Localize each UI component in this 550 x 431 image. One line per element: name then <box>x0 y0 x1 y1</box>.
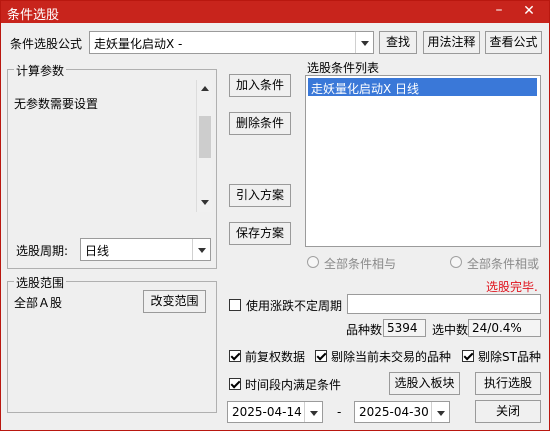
period-select[interactable]: 日线 <box>80 238 211 261</box>
params-text: 无参数需要设置 <box>14 97 99 111</box>
import-plan-button[interactable]: 引入方案 <box>229 184 291 207</box>
condition-item-label: 走妖量化启动X 日线 <box>311 82 420 96</box>
close-icon[interactable]: ✕ <box>517 1 541 21</box>
params-group-title: 计算参数 <box>14 62 67 79</box>
params-scrollbar[interactable] <box>196 80 212 212</box>
close-button[interactable]: 关闭 <box>475 400 541 423</box>
hit-label: 选中数 <box>432 323 469 337</box>
chevron-down-icon[interactable] <box>192 239 210 260</box>
chevron-down-icon[interactable] <box>431 402 449 422</box>
fq-label: 前复权数据 <box>245 350 306 364</box>
execute-button[interactable]: 执行选股 <box>475 372 541 395</box>
title-bar: 条件选股 – ✕ <box>1 1 549 23</box>
fq-checkbox[interactable] <box>229 350 241 362</box>
scroll-down-icon[interactable] <box>201 200 209 205</box>
params-group: 计算参数 无参数需要设置 选股周期: 日线 <box>7 62 217 269</box>
exclude-untraded-label: 剔除当前未交易的品种 <box>331 350 452 364</box>
condition-list[interactable]: 走妖量化启动X 日线 <box>305 75 541 247</box>
condition-select-window: 条件选股 – ✕ 条件选股公式 走妖量化启动X - 查找 用法注释 查看公式 计… <box>0 0 550 431</box>
hit-field: 24/0.4% <box>468 319 541 337</box>
minimize-icon[interactable]: – <box>489 1 509 21</box>
count-value: 5394 <box>387 321 418 335</box>
find-button[interactable]: 查找 <box>379 31 417 54</box>
range-value: 全部Ａ股 <box>14 296 63 310</box>
uncertain-period-checkbox[interactable] <box>229 299 241 311</box>
end-date-picker[interactable]: 2025-04-30 <box>354 401 450 423</box>
range-group-title: 选股范围 <box>14 274 67 291</box>
scroll-up-icon[interactable] <box>201 86 209 91</box>
view-formula-button[interactable]: 查看公式 <box>485 31 542 54</box>
period-value: 日线 <box>85 244 110 258</box>
to-block-button[interactable]: 选股入板块 <box>389 372 460 395</box>
time-range-label: 时间段内满足条件 <box>245 378 342 392</box>
exclude-st-checkbox[interactable] <box>462 350 474 362</box>
window-title: 条件选股 <box>7 8 60 23</box>
range-group: 选股范围 全部Ａ股 改变范围 <box>7 274 217 413</box>
exclude-st-label: 剔除ST品种 <box>478 350 541 364</box>
all-or-radio[interactable] <box>450 256 462 268</box>
usage-button[interactable]: 用法注释 <box>423 31 480 54</box>
chevron-down-icon[interactable] <box>355 32 373 53</box>
formula-value: 走妖量化启动X - <box>94 37 183 51</box>
chevron-down-icon[interactable] <box>304 402 322 422</box>
end-date-value: 2025-04-30 <box>359 405 429 419</box>
start-date-value: 2025-04-14 <box>232 405 302 419</box>
status-text: 选股完毕. <box>486 280 538 294</box>
all-and-radio[interactable] <box>307 256 319 268</box>
delete-condition-button[interactable]: 删除条件 <box>229 112 291 135</box>
all-or-label: 全部条件相或 <box>467 257 540 271</box>
hit-value: 24/0.4% <box>472 321 522 335</box>
change-range-button[interactable]: 改变范围 <box>143 290 206 313</box>
save-plan-button[interactable]: 保存方案 <box>229 222 291 245</box>
all-and-label: 全部条件相与 <box>324 257 397 271</box>
formula-select[interactable]: 走妖量化启动X - <box>89 31 374 54</box>
formula-label: 条件选股公式 <box>10 37 83 51</box>
exclude-untraded-checkbox[interactable] <box>315 350 327 362</box>
time-range-checkbox[interactable] <box>229 378 241 390</box>
uncertain-period-input[interactable] <box>347 294 541 314</box>
condition-list-item[interactable]: 走妖量化启动X 日线 <box>308 78 537 96</box>
count-label: 品种数 <box>346 323 383 337</box>
date-separator: - <box>337 405 342 419</box>
uncertain-period-label: 使用涨跌不定周期 <box>246 299 343 313</box>
scroll-thumb[interactable] <box>199 116 211 158</box>
condition-list-title: 选股条件列表 <box>307 61 380 75</box>
count-field: 5394 <box>383 319 426 337</box>
start-date-picker[interactable]: 2025-04-14 <box>227 401 323 423</box>
add-condition-button[interactable]: 加入条件 <box>229 74 291 97</box>
period-label: 选股周期: <box>16 244 69 258</box>
